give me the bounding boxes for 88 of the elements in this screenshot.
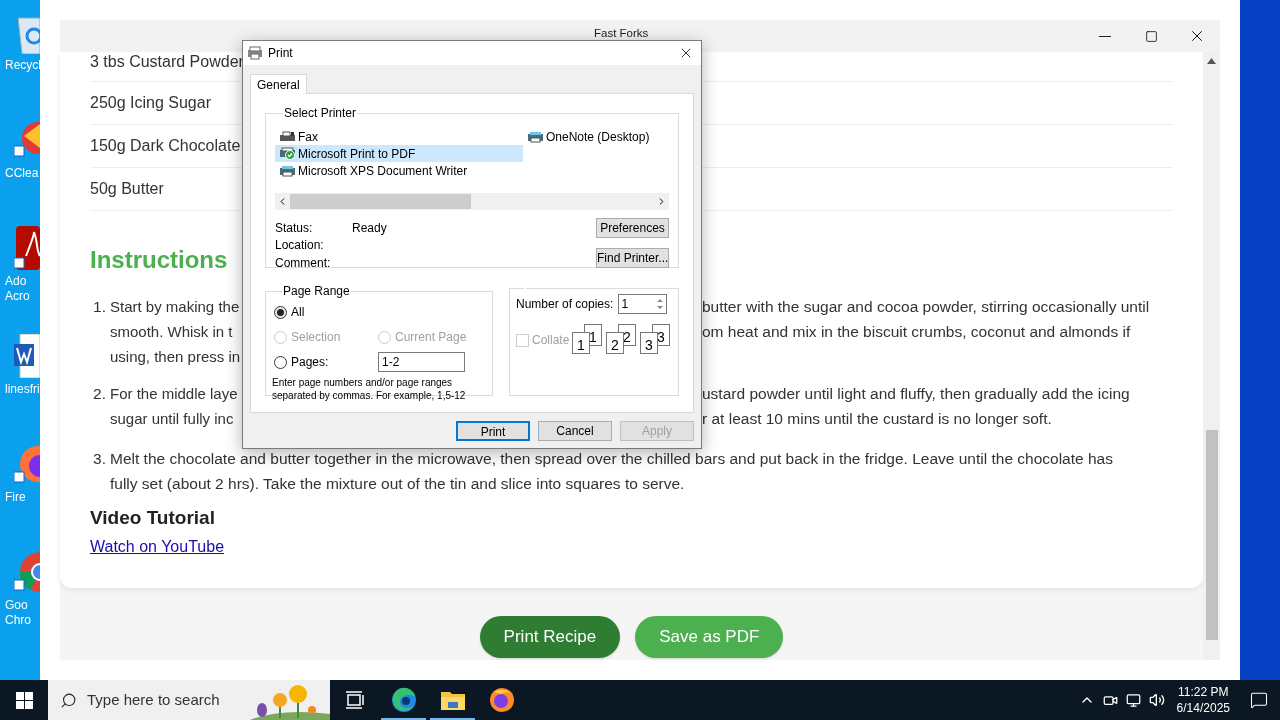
printer-icon	[279, 164, 296, 177]
step-text: Melt the chocolate and butter together in the microwave, then spread over the chilled bars and put back in the fridge. Leave until the chocolate has	[110, 449, 1113, 469]
clock[interactable]: 11:22 PM 6/14/2025	[1176, 684, 1230, 716]
info-label: Comment:	[275, 254, 332, 272]
printer-item[interactable]: Microsoft Print to PDF	[275, 145, 523, 162]
running-indicator	[430, 718, 475, 720]
ingredient-item: 250g Icing Sugar	[90, 93, 211, 113]
window-title: Fast Forks	[594, 27, 649, 39]
page-sheet: 3	[640, 332, 658, 354]
step-text: om heat and mix in the biscuit crumbs, coconut and almonds if	[702, 322, 1131, 342]
document-icon[interactable]	[14, 334, 40, 378]
notifications-icon[interactable]	[1250, 691, 1268, 709]
icon-label: Chro	[5, 613, 32, 628]
fax-icon	[279, 130, 296, 143]
running-indicator	[381, 718, 426, 720]
step-number: 3.	[92, 449, 107, 469]
radio-option: Selection	[274, 328, 378, 346]
pages-field[interactable]: 1-2	[378, 352, 465, 372]
pdf-app-icon[interactable]	[14, 226, 40, 270]
volume-icon[interactable]	[1148, 692, 1165, 708]
dialog-button[interactable]: Print	[456, 421, 530, 441]
step-text: fully set (about 2 hrs). Take the mixture out of the tin and slice into squares to serve.	[110, 474, 686, 494]
step-text: sugar until fully inc	[110, 410, 234, 427]
vertical-scrollbar[interactable]	[1203, 52, 1220, 660]
icon-label: Goo	[5, 598, 29, 613]
video-link[interactable]: Watch on YouTube	[90, 538, 225, 555]
section-heading: Video Tutorial	[90, 506, 215, 530]
step-text: r at least 10 mins until the custard is no longer soft.	[702, 409, 1052, 429]
step-number: 2.	[92, 384, 107, 404]
firefox-icon[interactable]	[488, 687, 515, 713]
dialog-button[interactable]: Preferences	[596, 218, 669, 238]
page-sheet: 2	[606, 332, 624, 354]
page-sheet: 1	[572, 332, 590, 354]
printer-item[interactable]: OneNote (Desktop)	[523, 128, 669, 145]
group-label: Page Range	[282, 283, 351, 300]
section-heading: Instructions	[90, 245, 228, 275]
icon-label: Ado	[5, 274, 28, 289]
radio-option[interactable]: Pages:	[274, 353, 378, 371]
action-button[interactable]: Print Recipe	[479, 616, 621, 658]
collate-checkbox: Collate	[516, 331, 570, 349]
copies-label: Number of copies:	[516, 296, 614, 313]
step-text: butter with the sugar and cocoa powder, stirring occasionally until	[702, 297, 1150, 317]
scrollbar-thumb[interactable]	[1205, 430, 1218, 640]
horizontal-scrollbar[interactable]	[275, 193, 669, 210]
scrollbar-thumb[interactable]	[290, 194, 471, 209]
dialog-title: Print	[268, 45, 293, 62]
printer-icon	[247, 46, 263, 60]
ingredient-item: 3 tbs Custard Powder	[90, 52, 244, 72]
printer-item[interactable]: Microsoft XPS Document Writer	[275, 162, 523, 179]
tab[interactable]: General	[250, 74, 307, 94]
radio-button[interactable]	[274, 305, 287, 319]
icon-label: CClea	[5, 166, 40, 181]
icon-label: Acro	[5, 289, 31, 304]
radio-button[interactable]	[274, 355, 287, 369]
icon-label: linesfri	[5, 382, 40, 397]
info-value: Ready	[352, 219, 387, 237]
step-number: 1.	[92, 297, 107, 317]
ingredient-item: 50g Butter	[90, 179, 164, 199]
dialog-button[interactable]: Cancel	[538, 421, 612, 441]
printer-icon	[527, 130, 544, 143]
taskbar-search-field[interactable]: Type here to search	[48, 680, 330, 720]
step-text: smooth. Whisk in t	[110, 323, 233, 340]
info-label: Status:	[275, 219, 314, 237]
step-text: Start by making the	[110, 298, 240, 315]
task-view-icon[interactable]	[344, 691, 365, 709]
dialog-button[interactable]: Find Printer...	[596, 248, 669, 268]
icon-label: Recycl	[5, 58, 40, 73]
minimize-icon	[1099, 35, 1111, 37]
step-text: For the middle laye	[110, 385, 238, 402]
scroll-up-icon[interactable]	[1207, 58, 1216, 64]
step-text: ustard powder until light and fluffy, then gradually add the icing	[702, 384, 1130, 404]
dialog-button: Apply	[620, 421, 694, 441]
step-text: using, then press in	[110, 348, 241, 365]
default-printer-icon	[279, 147, 296, 160]
edge-browser-icon[interactable]	[390, 687, 417, 713]
printer-item[interactable]: Fax	[275, 128, 523, 145]
info-label: Location:	[275, 237, 325, 255]
radio-option[interactable]: All	[274, 303, 484, 321]
maximize-icon	[1144, 29, 1158, 43]
hint-text: Enter page numbers and/or page ranges separated by commas. For example, 1,5-12	[272, 376, 467, 402]
ingredient-item: 150g Dark Chocolate	[90, 136, 241, 156]
search-icon	[60, 691, 77, 709]
icon-label: Fire	[5, 490, 27, 505]
copies-spinner[interactable]: 1	[618, 294, 668, 314]
group-label: Select Printer	[283, 105, 358, 122]
radio-option: Current Page	[378, 328, 467, 346]
windows-logo-icon[interactable]	[15, 691, 33, 709]
network-icon[interactable]	[1125, 692, 1141, 708]
